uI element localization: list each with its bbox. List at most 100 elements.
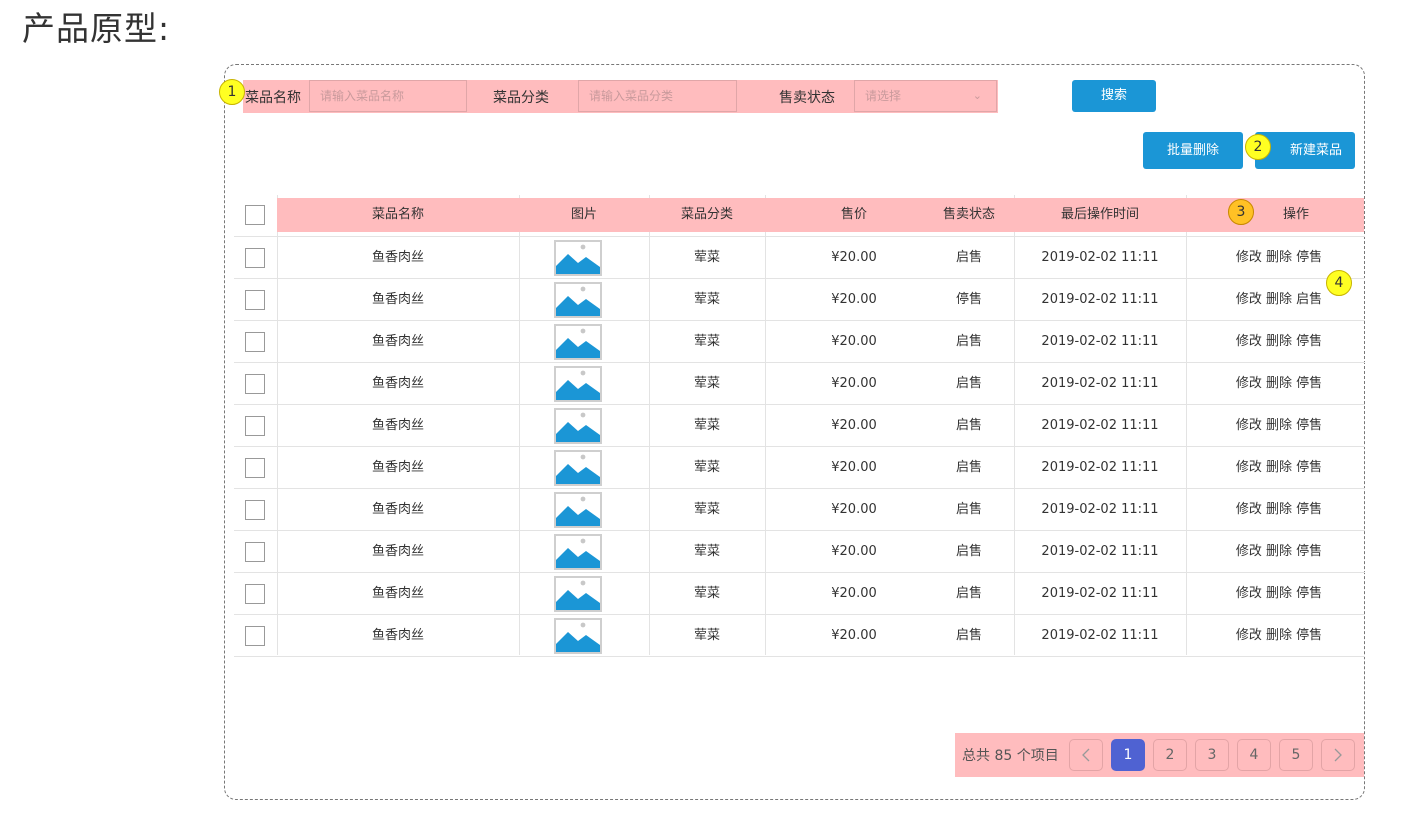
- actions-cell: 修改 删除 停售: [1229, 615, 1329, 657]
- sale-status-placeholder: 请选择: [865, 89, 902, 103]
- category-cell: 荤菜: [693, 460, 720, 475]
- toggle-sale-link[interactable]: 停售: [1296, 334, 1322, 349]
- dish-image-thumbnail: [554, 576, 602, 612]
- status-cell: 启售: [955, 586, 982, 601]
- status-cell: 启售: [955, 502, 982, 517]
- batch-delete-button[interactable]: 批量删除: [1143, 132, 1243, 169]
- actions-cell: 修改 删除 停售: [1229, 321, 1329, 363]
- prev-page-button[interactable]: [1069, 739, 1103, 771]
- price-cell: ¥20.00: [831, 292, 877, 307]
- table-row: 鱼香肉丝 荤菜 ¥20.00 启售 2019-02-02 11:11 修改 删除 停售: [234, 530, 1365, 572]
- delete-link[interactable]: 删除: [1266, 628, 1292, 643]
- price-cell: ¥20.00: [831, 418, 877, 433]
- row-checkbox[interactable]: [245, 626, 265, 646]
- toggle-sale-link[interactable]: 停售: [1296, 586, 1322, 601]
- header-status: 售卖状态: [942, 207, 995, 222]
- table-bottom-border: [234, 656, 1365, 657]
- delete-link[interactable]: 删除: [1266, 250, 1292, 265]
- next-page-button[interactable]: [1321, 739, 1355, 771]
- table-row: 鱼香肉丝 荤菜 ¥20.00 启售 2019-02-02 11:11 修改 删除 停售: [234, 404, 1365, 446]
- annotation-marker-4: 4: [1326, 270, 1352, 296]
- edit-link[interactable]: 修改: [1236, 376, 1262, 391]
- price-cell: ¥20.00: [831, 544, 877, 559]
- delete-link[interactable]: 删除: [1266, 460, 1292, 475]
- header-last-modified: 最后操作时间: [1060, 207, 1139, 222]
- annotation-marker-1: 1: [219, 79, 245, 105]
- edit-link[interactable]: 修改: [1236, 334, 1262, 349]
- row-checkbox[interactable]: [245, 416, 265, 436]
- edit-link[interactable]: 修改: [1236, 292, 1262, 307]
- delete-link[interactable]: 删除: [1266, 376, 1292, 391]
- toggle-sale-link[interactable]: 停售: [1296, 628, 1322, 643]
- delete-link[interactable]: 删除: [1266, 334, 1292, 349]
- row-checkbox[interactable]: [245, 584, 265, 604]
- edit-link[interactable]: 修改: [1236, 544, 1262, 559]
- chevron-right-icon: [1334, 748, 1342, 762]
- edit-link[interactable]: 修改: [1236, 418, 1262, 433]
- table-row: 鱼香肉丝 荤菜 ¥20.00 启售 2019-02-02 11:11 修改 删除 停售: [234, 236, 1365, 278]
- chevron-left-icon: [1082, 748, 1090, 762]
- dish-name-cell: 鱼香肉丝: [371, 250, 424, 265]
- dish-name-input[interactable]: 请输入菜品名称: [309, 80, 467, 112]
- toggle-sale-link[interactable]: 停售: [1296, 460, 1322, 475]
- row-checkbox[interactable]: [245, 500, 265, 520]
- row-checkbox[interactable]: [245, 374, 265, 394]
- edit-link[interactable]: 修改: [1236, 586, 1262, 601]
- table-row: 鱼香肉丝 荤菜 ¥20.00 启售 2019-02-02 11:11 修改 删除 停售: [234, 614, 1365, 656]
- image-placeholder-icon: [556, 370, 600, 404]
- page-button-3[interactable]: 3: [1195, 739, 1229, 771]
- status-cell: 启售: [955, 376, 982, 391]
- status-cell: 启售: [955, 418, 982, 433]
- actions-cell: 修改 删除 停售: [1229, 573, 1329, 615]
- page-button-4[interactable]: 4: [1237, 739, 1271, 771]
- row-checkbox[interactable]: [245, 542, 265, 562]
- table-row: 鱼香肉丝 荤菜 ¥20.00 启售 2019-02-02 11:11 修改 删除 停售: [234, 362, 1365, 404]
- row-checkbox[interactable]: [245, 332, 265, 352]
- search-button[interactable]: 搜索: [1072, 80, 1156, 112]
- category-cell: 荤菜: [693, 586, 720, 601]
- page-button-1[interactable]: 1: [1111, 739, 1145, 771]
- edit-link[interactable]: 修改: [1236, 502, 1262, 517]
- toggle-sale-link[interactable]: 启售: [1296, 292, 1322, 307]
- table-row: 鱼香肉丝 荤菜 ¥20.00 启售 2019-02-02 11:11 修改 删除 停售: [234, 446, 1365, 488]
- row-checkbox[interactable]: [245, 458, 265, 478]
- last-modified-cell: 2019-02-02 11:11: [1041, 334, 1159, 349]
- dish-name-cell: 鱼香肉丝: [371, 544, 424, 559]
- toggle-sale-link[interactable]: 停售: [1296, 418, 1322, 433]
- page-button-5[interactable]: 5: [1279, 739, 1313, 771]
- toggle-sale-link[interactable]: 停售: [1296, 544, 1322, 559]
- dish-category-input[interactable]: 请输入菜品分类: [578, 80, 737, 112]
- dish-name-cell: 鱼香肉丝: [371, 502, 424, 517]
- edit-link[interactable]: 修改: [1236, 628, 1262, 643]
- toggle-sale-link[interactable]: 停售: [1296, 502, 1322, 517]
- delete-link[interactable]: 删除: [1266, 418, 1292, 433]
- delete-link[interactable]: 删除: [1266, 544, 1292, 559]
- image-placeholder-icon: [556, 538, 600, 572]
- pagination: 总共 85 个项目 12345: [955, 733, 1364, 777]
- row-checkbox[interactable]: [245, 248, 265, 268]
- toggle-sale-link[interactable]: 停售: [1296, 376, 1322, 391]
- page-button-2[interactable]: 2: [1153, 739, 1187, 771]
- dish-image-thumbnail: [554, 618, 602, 654]
- delete-link[interactable]: 删除: [1266, 502, 1292, 517]
- header-dish-name: 菜品名称: [371, 207, 424, 222]
- category-cell: 荤菜: [693, 376, 720, 391]
- select-all-checkbox[interactable]: [245, 205, 265, 225]
- edit-link[interactable]: 修改: [1236, 460, 1262, 475]
- delete-link[interactable]: 删除: [1266, 292, 1292, 307]
- image-placeholder-icon: [556, 454, 600, 488]
- dish-image-thumbnail: [554, 366, 602, 402]
- status-cell: 启售: [955, 544, 982, 559]
- annotation-marker-3: 3: [1228, 199, 1254, 225]
- table-row: 鱼香肉丝 荤菜 ¥20.00 启售 2019-02-02 11:11 修改 删除 停售: [234, 320, 1365, 362]
- annotation-marker-2: 2: [1245, 134, 1271, 160]
- dish-name-label: 菜品名称: [245, 90, 301, 106]
- price-cell: ¥20.00: [831, 502, 877, 517]
- toggle-sale-link[interactable]: 停售: [1296, 250, 1322, 265]
- delete-link[interactable]: 删除: [1266, 586, 1292, 601]
- sale-status-select[interactable]: 请选择 ⌄: [854, 80, 997, 112]
- edit-link[interactable]: 修改: [1236, 250, 1262, 265]
- row-checkbox[interactable]: [245, 290, 265, 310]
- category-cell: 荤菜: [693, 292, 720, 307]
- price-cell: ¥20.00: [831, 376, 877, 391]
